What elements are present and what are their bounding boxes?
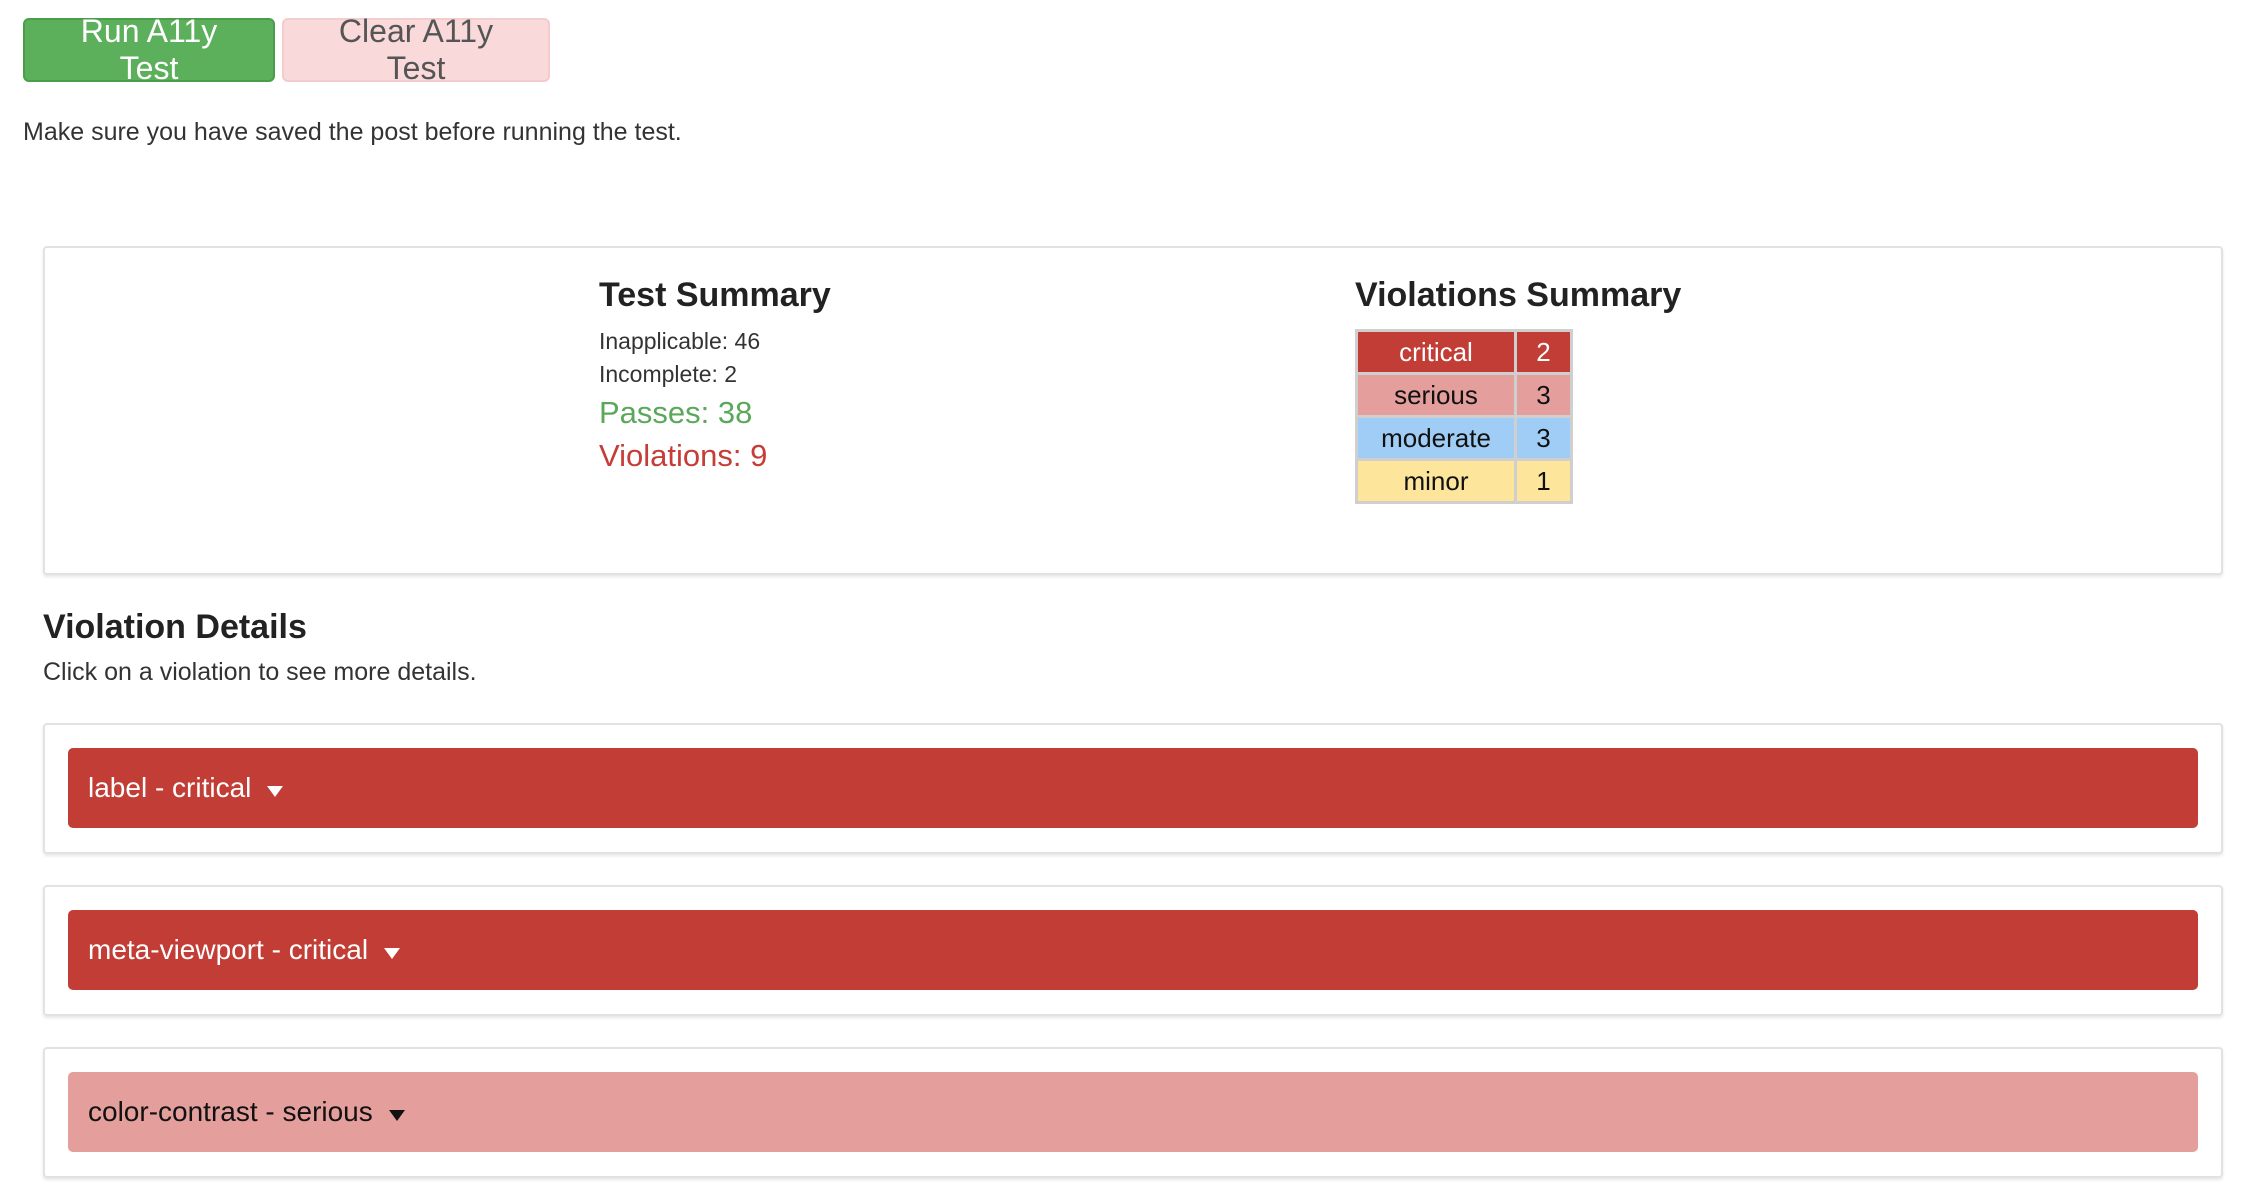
clear-a11y-test-button[interactable]: Clear A11y Test	[282, 13, 550, 86]
severity-label: critical	[1358, 332, 1514, 372]
violations-row-moderate: moderate 3	[1358, 418, 1570, 458]
severity-label: serious	[1358, 375, 1514, 415]
severity-count: 2	[1517, 332, 1570, 372]
violations-row-serious: serious 3	[1358, 375, 1570, 415]
violation-toggle-color-contrast[interactable]: color-contrast - serious	[68, 1072, 2198, 1152]
violations-count: Violations: 9	[599, 438, 768, 473]
chevron-down-icon	[388, 1109, 405, 1121]
severity-count: 3	[1517, 418, 1570, 458]
run-a11y-test-button[interactable]: Run A11y Test	[23, 13, 275, 86]
violation-card-meta-viewport: meta-viewport - critical	[43, 885, 2223, 1016]
severity-label: moderate	[1358, 418, 1514, 458]
violation-title: color-contrast - serious	[88, 1096, 373, 1127]
violation-details-title: Violation Details	[43, 608, 307, 646]
incomplete-count: Incomplete: 2	[599, 361, 738, 387]
chevron-down-icon	[384, 947, 401, 959]
severity-count: 1	[1517, 461, 1570, 501]
toolbar: Run A11y Test Clear A11y Test	[23, 13, 550, 86]
summary-card: Test Summary Inapplicable: 46 Incomplete…	[43, 246, 2223, 575]
violations-row-minor: minor 1	[1358, 461, 1570, 501]
violations-summary-table: critical 2 serious 3 moderate 3 minor 1	[1355, 329, 1573, 504]
violations-summary-title: Violations Summary	[1355, 276, 1682, 314]
violation-details-hint: Click on a violation to see more details…	[43, 658, 477, 686]
save-notice: Make sure you have saved the post before…	[23, 118, 682, 146]
severity-count: 3	[1517, 375, 1570, 415]
violations-summary: Violations Summary critical 2 serious 3 …	[1355, 276, 1681, 504]
violations-row-critical: critical 2	[1358, 332, 1570, 372]
violation-title: label - critical	[88, 772, 252, 803]
violation-title: meta-viewport - critical	[88, 934, 369, 965]
test-summary: Test Summary Inapplicable: 46 Incomplete…	[599, 276, 831, 477]
chevron-down-icon	[267, 785, 284, 797]
violation-toggle-meta-viewport[interactable]: meta-viewport - critical	[68, 910, 2198, 990]
severity-label: minor	[1358, 461, 1514, 501]
violation-card-label: label - critical	[43, 723, 2223, 854]
test-summary-title: Test Summary	[599, 276, 831, 314]
passes-count: Passes: 38	[599, 395, 753, 430]
violation-card-color-contrast: color-contrast - serious	[43, 1047, 2223, 1178]
inapplicable-count: Inapplicable: 46	[599, 328, 761, 354]
violation-toggle-label[interactable]: label - critical	[68, 748, 2198, 828]
